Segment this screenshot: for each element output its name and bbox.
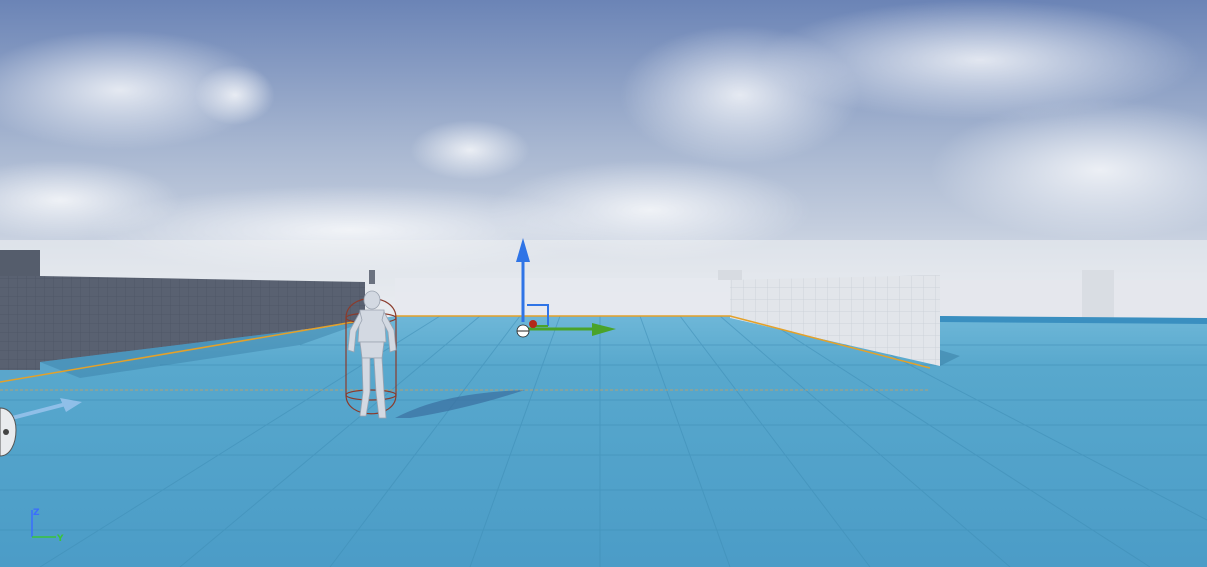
axis-z-label: Z (33, 508, 40, 518)
scene (0, 0, 1207, 567)
axis-y-label: Y (56, 534, 64, 544)
level-viewport[interactable]: Z Y (0, 0, 1207, 567)
axis-indicator-icon: Z Y (24, 504, 74, 548)
